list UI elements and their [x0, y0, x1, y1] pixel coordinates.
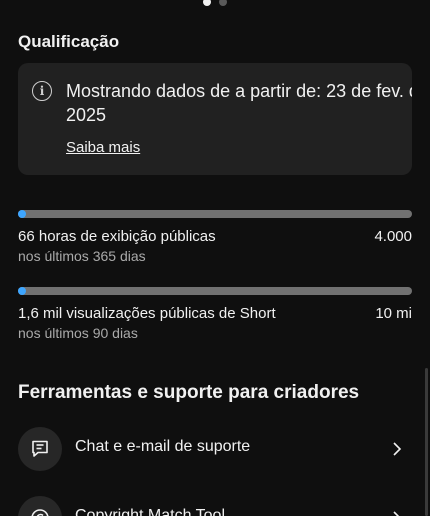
page-dot-active[interactable]: [203, 0, 211, 6]
page-dot[interactable]: [219, 0, 227, 6]
monetization-page: Qualificação i Mostrando dados de a part…: [0, 0, 430, 516]
learn-more-link[interactable]: Saiba mais: [66, 139, 140, 156]
watch-hours-period: nos últimos 365 dias: [18, 248, 146, 264]
tool-item-copyright[interactable]: Copyright Match Tool: [18, 496, 412, 516]
shorts-views-progress-fill: [18, 287, 26, 295]
shorts-views-progress-track: [18, 287, 412, 295]
info-card: i Mostrando dados de a partir de: 23 de …: [18, 63, 412, 175]
chevron-right-icon: [393, 511, 400, 516]
copyright-icon: [18, 496, 62, 516]
page-indicator: [0, 0, 430, 6]
tool-item-label: Copyright Match Tool: [75, 507, 225, 516]
watch-hours-goal: 4.000: [374, 228, 412, 245]
shorts-views-period: nos últimos 90 dias: [18, 325, 138, 341]
tool-item-label: Chat e e-mail de suporte: [75, 438, 251, 455]
shorts-views-label: 1,6 mil visualizações públicas de Short: [18, 305, 276, 322]
chevron-right-icon: [393, 442, 402, 456]
chat-support-icon: [18, 427, 62, 471]
info-icon: i: [32, 81, 52, 101]
shorts-views-goal: 10 mi: [375, 305, 412, 322]
scrollbar[interactable]: [425, 368, 428, 516]
qualification-title: Qualificação: [18, 32, 120, 51]
watch-hours-progress-fill: [18, 210, 26, 218]
info-text: Mostrando dados de a partir de: 23 de fe…: [66, 81, 412, 125]
watch-hours-label: 66 horas de exibição públicas: [18, 228, 216, 245]
tools-section-title: Ferramentas e suporte para criadores: [18, 382, 360, 403]
watch-hours-progress-track: [18, 210, 412, 218]
tool-item-chat-support[interactable]: Chat e e-mail de suporte: [18, 427, 412, 471]
